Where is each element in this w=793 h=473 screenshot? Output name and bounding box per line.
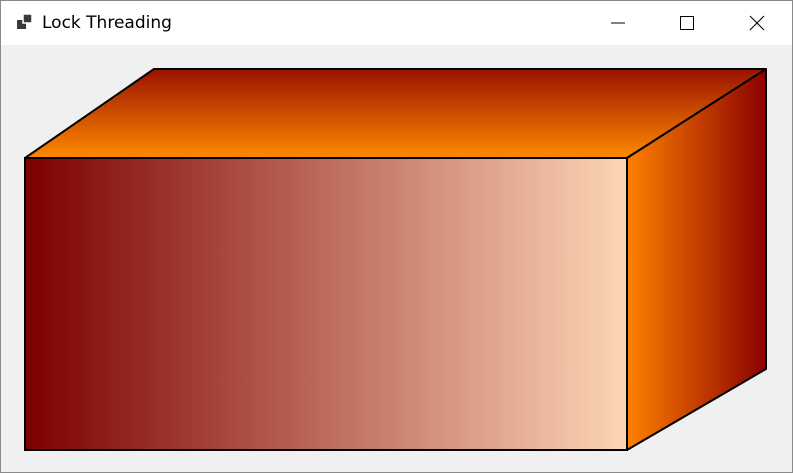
maximize-icon <box>680 16 694 30</box>
client-area <box>1 45 792 472</box>
close-icon <box>749 15 765 31</box>
title-bar[interactable]: Lock Threading <box>1 1 792 45</box>
app-window-icon <box>17 14 33 29</box>
window-title: Lock Threading <box>42 13 172 33</box>
box-drawing <box>24 68 767 451</box>
minimize-icon <box>611 22 625 24</box>
box-front-face <box>24 157 628 451</box>
maximize-button[interactable] <box>664 1 710 45</box>
minimize-button[interactable] <box>595 1 641 45</box>
close-button[interactable] <box>734 1 780 45</box>
app-window: Lock Threading <box>0 0 793 473</box>
